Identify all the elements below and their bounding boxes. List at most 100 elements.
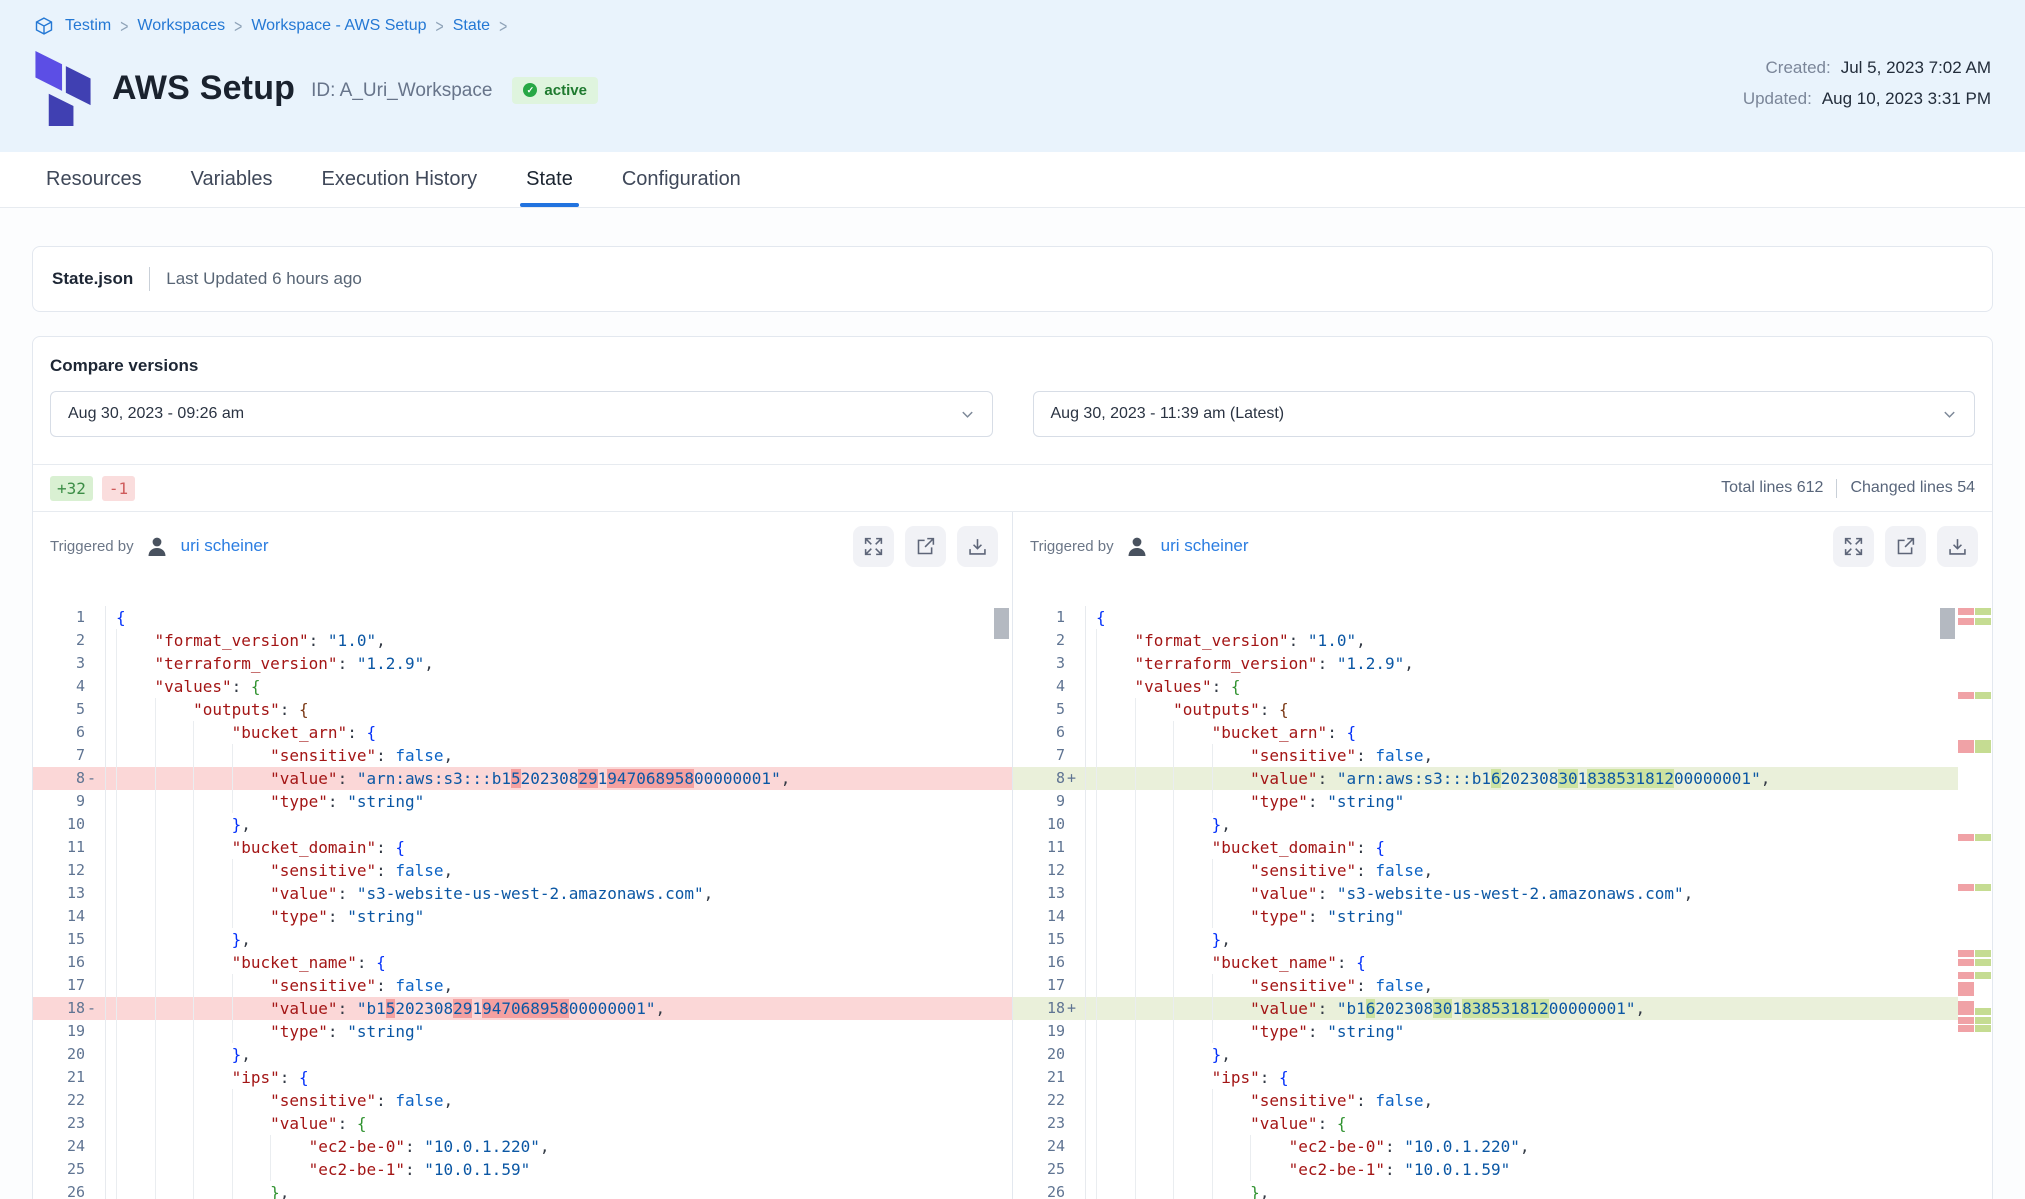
indent-guide [193, 1158, 232, 1181]
indent-guide [1212, 1089, 1251, 1112]
indent-guide [116, 813, 155, 836]
line-number: 17 [1013, 974, 1065, 997]
code-text: "outputs": { [105, 698, 1012, 721]
indent-guide [232, 1089, 271, 1112]
breadcrumb-link-workspaces[interactable]: Workspaces [137, 17, 225, 35]
indent-guide [232, 974, 271, 997]
code-text: "sensitive": false, [1085, 974, 1958, 997]
indent-guide [155, 882, 194, 905]
code-text: "format_version": "1.0", [1085, 629, 1958, 652]
line-marker [85, 721, 105, 744]
line-number: 10 [33, 813, 85, 836]
code-line: 21"ips": { [1013, 1066, 1958, 1089]
code-line: 25"ec2-be-1": "10.0.1.59" [1013, 1158, 1958, 1181]
code-text: "type": "string" [105, 905, 1012, 928]
code-lines-right: 1{2"format_version": "1.0",3"terraform_v… [1013, 606, 1958, 1199]
tab-execution-history[interactable]: Execution History [322, 152, 478, 207]
indent-guide [193, 836, 232, 859]
line-number: 1 [33, 606, 85, 629]
fullscreen-button[interactable] [853, 526, 894, 567]
line-marker [1065, 1158, 1085, 1181]
tab-state[interactable]: State [526, 152, 573, 207]
compare-card: Compare versions Aug 30, 2023 - 09:26 am… [32, 336, 1993, 1199]
tab-variables[interactable]: Variables [191, 152, 273, 207]
line-marker [1065, 790, 1085, 813]
line-marker [85, 675, 105, 698]
line-marker [1065, 859, 1085, 882]
download-button[interactable] [957, 526, 998, 567]
indent-guide [232, 882, 271, 905]
triggered-by-user-link[interactable]: uri scheiner [181, 536, 269, 556]
line-marker [1065, 606, 1085, 629]
scrollbar-thumb[interactable] [994, 608, 1009, 639]
code-text: "ec2-be-1": "10.0.1.59" [105, 1158, 1012, 1181]
added-marker: + [1065, 767, 1085, 790]
indent-guide [193, 859, 232, 882]
indent-guide [193, 767, 232, 790]
indent-guide [1212, 905, 1251, 928]
line-marker [85, 1158, 105, 1181]
open-external-button[interactable] [905, 526, 946, 567]
removed-marker: - [85, 767, 105, 790]
line-marker [1065, 1066, 1085, 1089]
triggered-by-user-link[interactable]: uri scheiner [1161, 536, 1249, 556]
line-number: 13 [33, 882, 85, 905]
indent-guide [116, 790, 155, 813]
breadcrumb-link-testim[interactable]: Testim [65, 17, 111, 35]
fullscreen-button[interactable] [1833, 526, 1874, 567]
indent-guide [155, 1089, 194, 1112]
breadcrumb-link-workspace-aws-setup[interactable]: Workspace - AWS Setup [251, 17, 426, 35]
breadcrumb-link-state[interactable]: State [453, 17, 490, 35]
code-line: 5 "outputs": { [33, 698, 1012, 721]
scrollbar-thumb[interactable] [1940, 608, 1955, 639]
line-number: 4 [33, 675, 85, 698]
code-line: 11"bucket_domain": { [1013, 836, 1958, 859]
line-marker [85, 951, 105, 974]
indent-guide [1173, 951, 1212, 974]
line-number: 7 [33, 744, 85, 767]
line-marker [85, 859, 105, 882]
line-marker [1065, 1112, 1085, 1135]
version-select-left[interactable]: Aug 30, 2023 - 09:26 am [50, 391, 993, 437]
breadcrumb-separator: > [436, 16, 444, 37]
indent-guide [1212, 1158, 1251, 1181]
code-text: "type": "string" [105, 790, 1012, 813]
code-text: "sensitive": false, [105, 1089, 1012, 1112]
code-line: 1{ [1013, 606, 1958, 629]
code-line: 20}, [33, 1043, 1012, 1066]
line-number: 2 [1013, 629, 1065, 652]
code-text: }, [105, 813, 1012, 836]
line-number: 20 [1013, 1043, 1065, 1066]
indent-guide [116, 951, 155, 974]
indent-guide [1135, 928, 1174, 951]
line-number: 3 [1013, 652, 1065, 675]
code-text: "bucket_arn": { [105, 721, 1012, 744]
indent-guide [116, 928, 155, 951]
indent-guide [1173, 1112, 1212, 1135]
total-lines: Total lines 612 [1721, 479, 1823, 497]
indent-guide [1212, 974, 1251, 997]
code-line: 17 "sensitive": false, [1013, 974, 1958, 997]
version-select-right[interactable]: Aug 30, 2023 - 11:39 am (Latest) [1033, 391, 1976, 437]
code-line: 10}, [33, 813, 1012, 836]
open-external-button[interactable] [1885, 526, 1926, 567]
tab-configuration[interactable]: Configuration [622, 152, 741, 207]
indent-guide [116, 1043, 155, 1066]
indent-guide [155, 1158, 194, 1181]
indent-guide [1096, 1112, 1135, 1135]
file-name: State.json [52, 269, 133, 289]
code-line: 24"ec2-be-0": "10.0.1.220", [33, 1135, 1012, 1158]
tab-resources[interactable]: Resources [46, 152, 142, 207]
file-bar: State.json Last Updated 6 hours ago [32, 246, 1993, 312]
download-button[interactable] [1937, 526, 1978, 567]
removed-lines-badge: -1 [102, 476, 135, 501]
code-text: }, [1085, 1181, 1958, 1199]
indent-guide [1173, 1043, 1212, 1066]
indent-guide [1135, 997, 1174, 1020]
indent-guide [1096, 744, 1135, 767]
line-number: 7 [1013, 744, 1065, 767]
minimap-marker [1958, 608, 1992, 615]
line-number: 5 [33, 698, 85, 721]
code-text: "bucket_name": { [1085, 951, 1958, 974]
code-text: "ec2-be-0": "10.0.1.220", [1085, 1135, 1958, 1158]
